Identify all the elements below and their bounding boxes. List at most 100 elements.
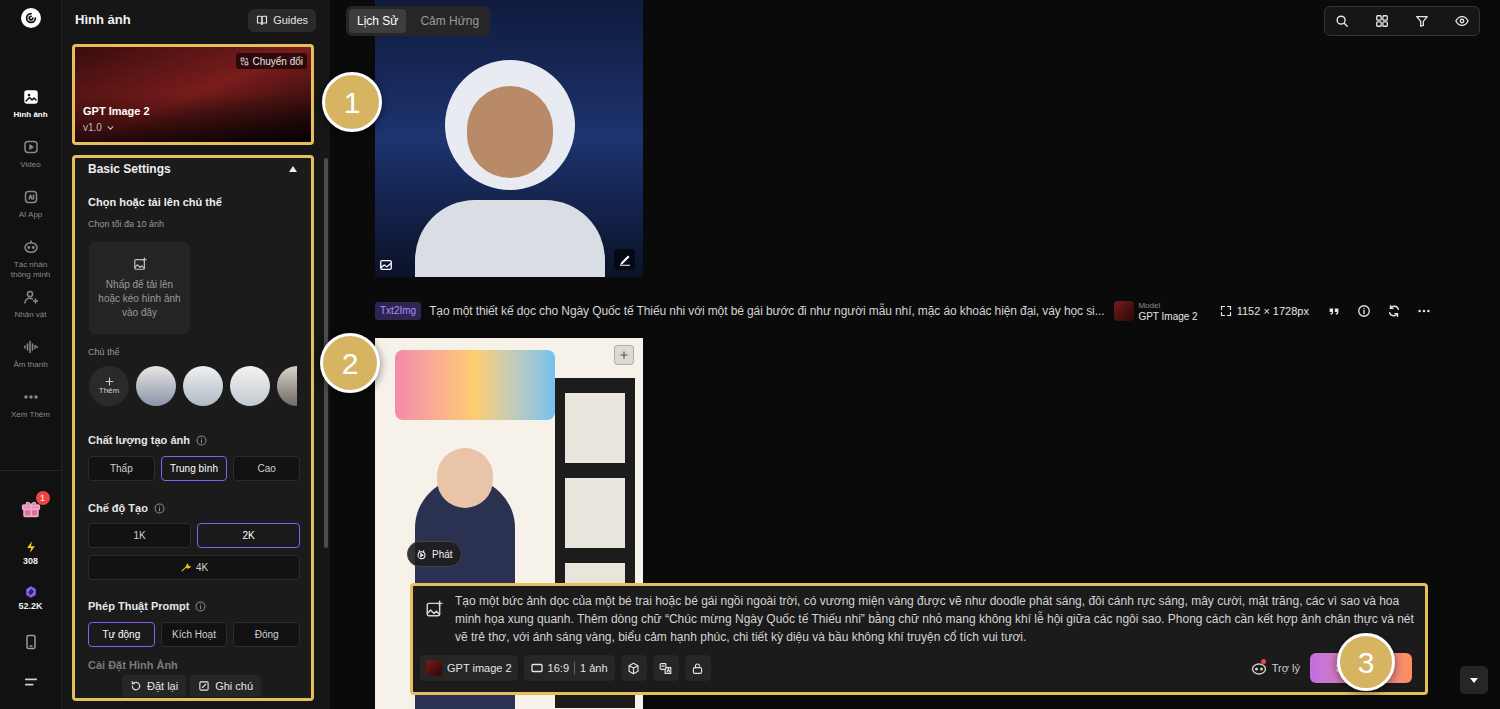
collapse-icon[interactable]: [288, 165, 298, 173]
record-prompt[interactable]: Tạo một thiết kế dọc cho Ngày Quốc tế Th…: [429, 302, 1104, 320]
logo-icon[interactable]: [21, 8, 41, 28]
option-button[interactable]: Cao: [233, 456, 300, 481]
toolbar: [1324, 6, 1480, 36]
generated-image[interactable]: [375, 0, 643, 277]
option-group: Tự độngKích HoạtĐóng: [75, 622, 311, 647]
nav-item[interactable]: Âm thanh: [0, 339, 61, 389]
settings-panel: Hình ảnh Guides Chuyển đổi GPT Image 2 v…: [62, 0, 330, 709]
prompt-input[interactable]: Tạo một bức ảnh dọc của một bé trai hoặc…: [455, 592, 1415, 646]
lightning-icon: [24, 540, 38, 554]
view-tab[interactable]: Lịch Sử: [349, 9, 406, 33]
view-tab[interactable]: Cảm Hứng: [412, 9, 487, 33]
setting-label: Chất lượng tạo ảnh: [75, 432, 311, 448]
chevron-down-icon: [106, 123, 115, 132]
agent-icon: [23, 239, 39, 255]
quote-icon[interactable]: [1327, 304, 1341, 318]
step-marker: 1: [322, 72, 382, 132]
menu-icon[interactable]: [24, 675, 38, 689]
model-card[interactable]: Chuyển đổi GPT Image 2 v1.0: [72, 44, 314, 145]
expand-icon: [1220, 305, 1232, 317]
option-button[interactable]: 2K: [197, 523, 300, 548]
scroll-down-button[interactable]: [1460, 666, 1488, 694]
filter-icon[interactable]: [1415, 14, 1429, 28]
option-button[interactable]: Tự động: [88, 622, 155, 647]
character-icon: [23, 289, 39, 305]
nav-item[interactable]: AI App: [0, 189, 61, 239]
option-group: ThấpTrung bìnhCao: [75, 456, 311, 481]
nav-label: Xem Thêm: [11, 410, 50, 420]
info-icon[interactable]: [1357, 304, 1371, 318]
mode-tag: Txt2Img: [375, 302, 421, 320]
phone-icon[interactable]: [23, 634, 39, 650]
credit-balance[interactable]: 308: [23, 540, 38, 567]
nav-item[interactable]: Nhân vật: [0, 289, 61, 339]
add-subject-button[interactable]: Thêm: [89, 366, 129, 406]
lock-button[interactable]: [685, 655, 711, 681]
reset-button[interactable]: Đặt lại: [122, 675, 186, 697]
nav-item[interactable]: Tác nhân thông minh: [0, 239, 61, 289]
model-version[interactable]: v1.0: [83, 120, 115, 135]
model-name: GPT Image 2: [83, 103, 150, 120]
assistant-icon: [1251, 661, 1267, 675]
info-icon[interactable]: [154, 503, 165, 514]
nav-item[interactable]: Video: [0, 139, 61, 189]
upload-box[interactable]: Nhấp để tải lên hoặc kéo hình ảnh vào đâ…: [89, 242, 190, 334]
nav-label: Hình ảnh: [13, 110, 47, 120]
image-add-icon[interactable]: [425, 600, 443, 646]
step-marker: 2: [320, 333, 380, 393]
edit-image-button[interactable]: [614, 249, 635, 270]
setting-label: Phép Thuật Prompt: [75, 598, 311, 614]
eye-icon[interactable]: [1455, 14, 1469, 28]
subject-thumbnail[interactable]: [277, 366, 297, 406]
subject-label: Chủ thể: [75, 346, 311, 358]
switch-model-button[interactable]: Chuyển đổi: [236, 53, 307, 69]
info-icon[interactable]: [195, 601, 206, 612]
note-icon: [198, 680, 210, 692]
option-button[interactable]: Trung bình: [161, 456, 228, 481]
search-icon[interactable]: [1335, 14, 1349, 28]
grid-icon[interactable]: [1375, 14, 1389, 28]
audio-icon: [23, 339, 39, 355]
nav-item[interactable]: Xem Thêm: [0, 389, 61, 439]
style-button[interactable]: [621, 655, 647, 681]
ratio-chip[interactable]: 16:9 1 ảnh: [524, 655, 615, 681]
subject-thumbnail[interactable]: [230, 366, 270, 406]
nav-label: Tác nhân thông minh: [7, 260, 55, 280]
nav-rail: Hình ảnh VideoAI App Tác nhân thông minh Nh…: [0, 0, 62, 709]
option-button[interactable]: 4K: [88, 555, 300, 580]
basic-settings-header[interactable]: Basic Settings: [75, 158, 311, 180]
option-button[interactable]: Thấp: [88, 456, 155, 481]
ai-app-icon: [23, 189, 39, 205]
gift-button[interactable]: 1: [20, 497, 42, 519]
record-size: 1152 × 1728px: [1220, 303, 1309, 320]
credit-balance[interactable]: 52.2K: [18, 585, 42, 612]
regenerate-icon[interactable]: [1387, 304, 1401, 318]
translate-button[interactable]: [653, 655, 679, 681]
info-icon[interactable]: [196, 435, 207, 446]
subject-thumbnail[interactable]: [136, 366, 176, 406]
subject-thumbnail[interactable]: [183, 366, 223, 406]
step-marker: 3: [1337, 633, 1395, 691]
credit-value: 308: [23, 555, 38, 567]
option-button[interactable]: Đóng: [233, 622, 300, 647]
setting-label: Chế độ Tạo: [75, 500, 311, 516]
record-row: Txt2Img Tạo một thiết kế dọc cho Ngày Qu…: [375, 297, 1500, 325]
select-image-button[interactable]: [614, 345, 634, 365]
option-button[interactable]: 1K: [88, 523, 191, 548]
nav-item[interactable]: Hình ảnh: [0, 89, 61, 139]
image-settings-title[interactable]: Cài Đặt Hình Ảnh: [75, 657, 311, 673]
play-button[interactable]: Phát: [407, 541, 462, 567]
more-icon[interactable]: [1417, 304, 1431, 318]
nav-label: Âm thanh: [13, 360, 47, 370]
note-button[interactable]: Ghi chú: [190, 675, 261, 697]
plus-icon: [105, 377, 114, 386]
view-tabs: Lịch SửCảm Hứng: [346, 6, 490, 36]
subject-title: Chọn hoặc tải lên chủ thể: [75, 194, 311, 210]
video-icon: [23, 139, 39, 155]
notice-dot: [1261, 659, 1266, 664]
assistant-button[interactable]: Trợ lý: [1251, 660, 1300, 677]
option-button[interactable]: Kích Hoạt: [161, 622, 228, 647]
guides-button[interactable]: Guides: [248, 9, 316, 32]
model-chip[interactable]: GPT image 2: [420, 655, 518, 681]
nav-label: Nhân vật: [14, 310, 46, 320]
